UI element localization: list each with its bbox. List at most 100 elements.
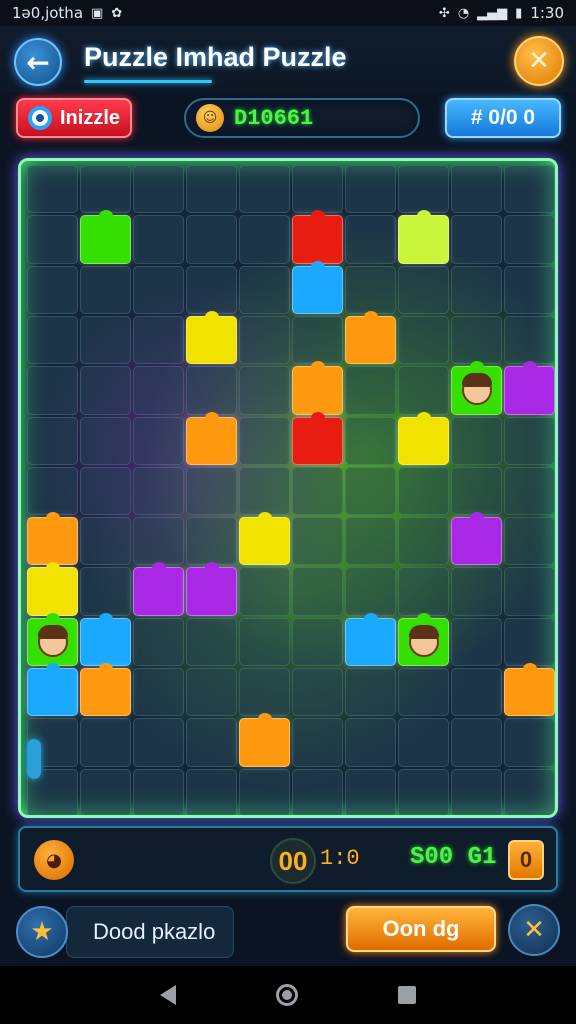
puzzle-slot[interactable] — [80, 768, 131, 815]
puzzle-slot[interactable] — [504, 265, 555, 314]
puzzle-slot[interactable] — [345, 165, 396, 214]
puzzle-slot[interactable] — [398, 466, 449, 516]
puzzle-slot[interactable] — [133, 215, 184, 264]
puzzle-slot[interactable] — [345, 718, 396, 767]
puzzle-slot[interactable] — [133, 718, 184, 767]
puzzle-piece[interactable] — [292, 210, 343, 264]
puzzle-slot[interactable] — [80, 567, 131, 616]
puzzle-slot[interactable] — [398, 768, 449, 815]
puzzle-slot[interactable] — [133, 668, 184, 717]
puzzle-slot[interactable] — [80, 315, 131, 365]
puzzle-slot[interactable] — [186, 668, 237, 717]
puzzle-slot[interactable] — [292, 768, 343, 815]
puzzle-piece[interactable] — [80, 663, 131, 717]
puzzle-slot[interactable] — [239, 567, 290, 616]
puzzle-slot[interactable] — [27, 416, 78, 465]
puzzle-slot[interactable] — [186, 366, 237, 415]
puzzle-slot[interactable] — [239, 315, 290, 365]
close-button-bottom[interactable]: ✕ — [508, 904, 560, 956]
puzzle-slot[interactable] — [133, 366, 184, 415]
puzzle-slot[interactable] — [504, 466, 555, 516]
puzzle-piece[interactable] — [504, 361, 555, 415]
puzzle-piece[interactable] — [398, 411, 449, 465]
puzzle-slot[interactable] — [504, 567, 555, 616]
puzzle-piece[interactable] — [398, 210, 449, 264]
puzzle-piece-character[interactable] — [27, 612, 78, 667]
puzzle-slot[interactable] — [292, 668, 343, 717]
puzzle-piece[interactable] — [504, 663, 555, 717]
mode-button[interactable]: Inizzle — [16, 98, 132, 138]
puzzle-slot[interactable] — [345, 265, 396, 314]
puzzle-slot[interactable] — [451, 668, 502, 717]
puzzle-slot[interactable] — [398, 567, 449, 616]
primary-button[interactable]: Oon dg — [346, 906, 496, 952]
puzzle-slot[interactable] — [239, 416, 290, 465]
puzzle-slot[interactable] — [239, 215, 290, 264]
puzzle-slot[interactable] — [133, 617, 184, 667]
puzzle-slot[interactable] — [292, 617, 343, 667]
puzzle-slot[interactable] — [80, 517, 131, 566]
puzzle-piece[interactable] — [186, 411, 237, 465]
puzzle-slot[interactable] — [451, 315, 502, 365]
puzzle-slot[interactable] — [451, 768, 502, 815]
puzzle-slot[interactable] — [292, 165, 343, 214]
puzzle-slot[interactable] — [186, 718, 237, 767]
back-button[interactable]: ← — [14, 38, 62, 86]
puzzle-slot[interactable] — [398, 265, 449, 314]
puzzle-slot[interactable] — [451, 466, 502, 516]
puzzle-piece[interactable] — [345, 612, 396, 667]
puzzle-slot[interactable] — [398, 366, 449, 415]
puzzle-slot[interactable] — [133, 517, 184, 566]
puzzle-piece[interactable] — [186, 562, 237, 616]
star-button[interactable]: ★ — [16, 906, 68, 958]
puzzle-slot[interactable] — [345, 517, 396, 566]
puzzle-slot[interactable] — [504, 718, 555, 767]
puzzle-slot[interactable] — [27, 265, 78, 314]
puzzle-slot[interactable] — [451, 416, 502, 465]
puzzle-slot[interactable] — [133, 768, 184, 815]
puzzle-slot[interactable] — [345, 466, 396, 516]
puzzle-slot[interactable] — [451, 165, 502, 214]
puzzle-slot[interactable] — [451, 718, 502, 767]
puzzle-slot[interactable] — [239, 617, 290, 667]
puzzle-slot[interactable] — [451, 617, 502, 667]
puzzle-slot[interactable] — [186, 768, 237, 815]
puzzle-slot[interactable] — [80, 466, 131, 516]
puzzle-slot[interactable] — [239, 165, 290, 214]
puzzle-piece[interactable] — [186, 310, 237, 365]
puzzle-slot[interactable] — [80, 416, 131, 465]
puzzle-slot[interactable] — [451, 567, 502, 616]
puzzle-piece[interactable] — [239, 713, 290, 767]
puzzle-slot[interactable] — [504, 315, 555, 365]
puzzle-slot[interactable] — [27, 466, 78, 516]
puzzle-slot[interactable] — [345, 416, 396, 465]
puzzle-piece[interactable] — [27, 512, 78, 566]
puzzle-slot[interactable] — [80, 366, 131, 415]
puzzle-piece[interactable] — [292, 260, 343, 314]
puzzle-slot[interactable] — [133, 416, 184, 465]
puzzle-slot[interactable] — [292, 517, 343, 566]
puzzle-slot[interactable] — [239, 768, 290, 815]
puzzle-slot[interactable] — [27, 315, 78, 365]
puzzle-piece[interactable] — [345, 310, 396, 365]
puzzle-slot[interactable] — [504, 165, 555, 214]
puzzle-slot[interactable] — [80, 165, 131, 214]
puzzle-slot[interactable] — [292, 315, 343, 365]
puzzle-slot[interactable] — [133, 165, 184, 214]
puzzle-piece[interactable] — [239, 512, 290, 566]
puzzle-slot[interactable] — [27, 165, 78, 214]
puzzle-slot[interactable] — [133, 315, 184, 365]
puzzle-slot[interactable] — [398, 517, 449, 566]
puzzle-slot[interactable] — [27, 366, 78, 415]
puzzle-piece[interactable] — [292, 411, 343, 465]
puzzle-slot[interactable] — [186, 617, 237, 667]
puzzle-slot[interactable] — [345, 366, 396, 415]
puzzle-piece[interactable] — [80, 612, 131, 667]
puzzle-slot[interactable] — [133, 265, 184, 314]
puzzle-slot[interactable] — [451, 265, 502, 314]
puzzle-piece[interactable] — [451, 512, 502, 566]
puzzle-slot[interactable] — [398, 668, 449, 717]
puzzle-slot[interactable] — [345, 567, 396, 616]
close-button-top[interactable]: ✕ — [514, 36, 564, 86]
puzzle-slot[interactable] — [292, 718, 343, 767]
